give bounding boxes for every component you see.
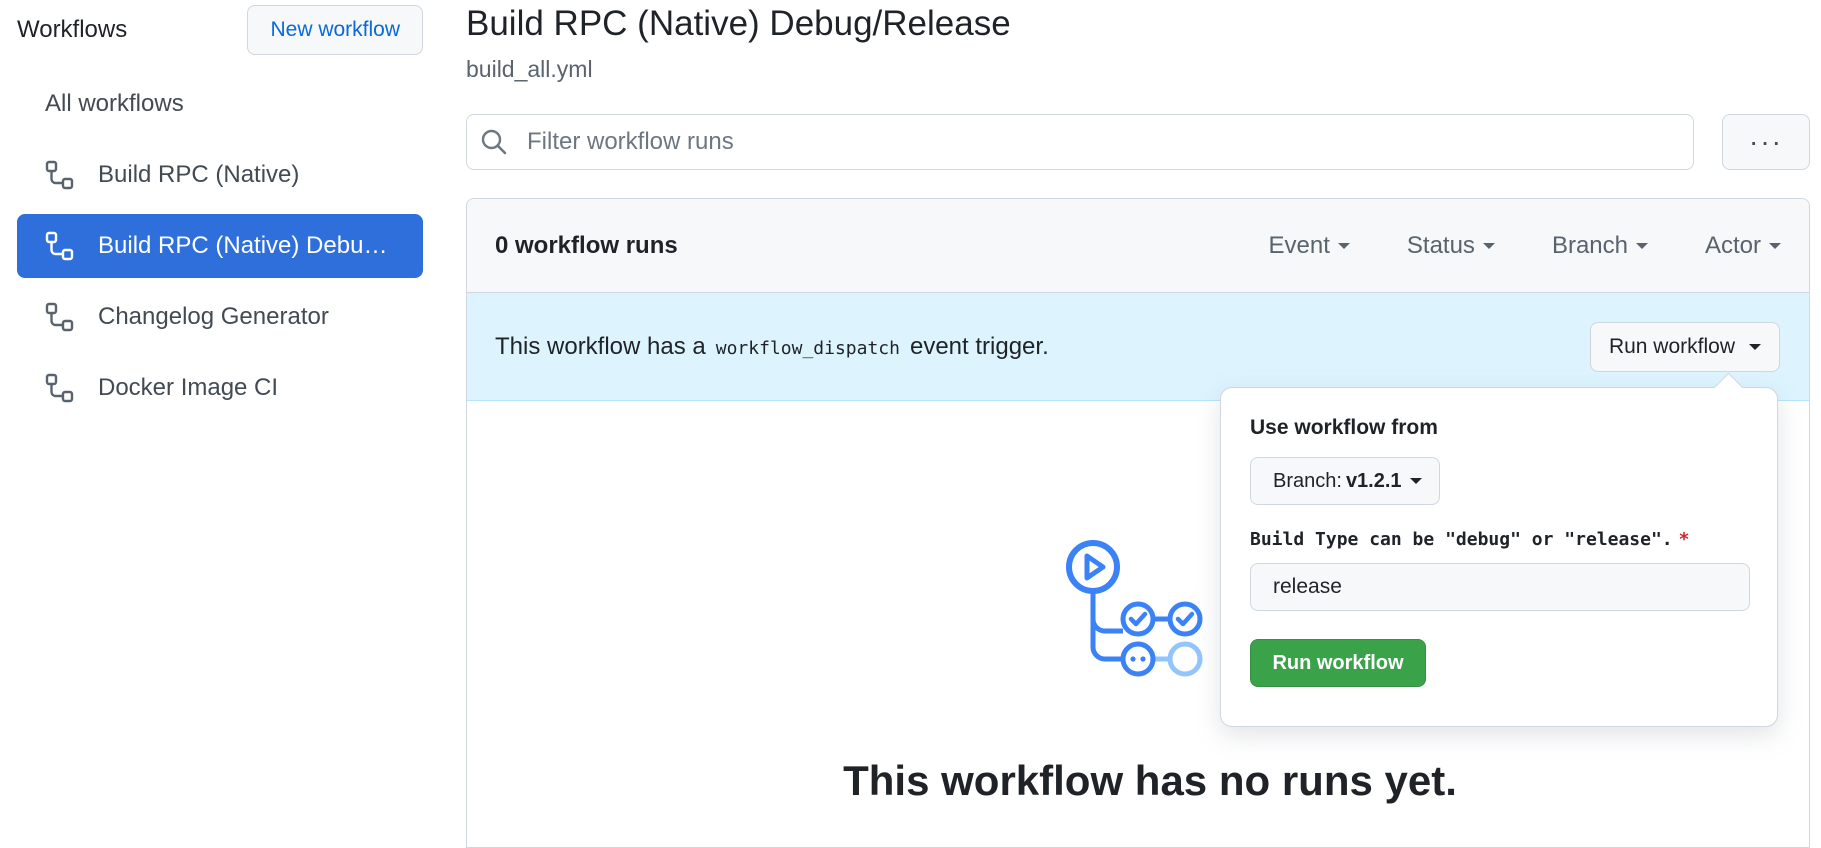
actor-filter-dropdown[interactable]: Actor: [1705, 232, 1781, 260]
filter-label: Branch: [1551, 231, 1628, 259]
workflow-nav: All workflows Build RPC (Native) Build R…: [17, 72, 423, 427]
runs-count: 0 workflow runs: [495, 231, 678, 259]
event-filter-dropdown[interactable]: Event: [1269, 232, 1350, 260]
branch-value: v1.2.1: [1345, 469, 1402, 492]
caret-down-icon: [1749, 343, 1761, 350]
workflow-icon: [44, 159, 76, 191]
runs-header: 0 workflow runs Event Status Branch Acto…: [467, 199, 1809, 293]
workflow-filename-link[interactable]: build_all.yml: [466, 56, 593, 83]
filter-label: Event: [1268, 231, 1330, 259]
sidebar-item-changelog-generator[interactable]: Changelog Generator: [17, 285, 423, 349]
branch-select-button[interactable]: Branch: v1.2.1: [1250, 457, 1440, 505]
page-title: Build RPC (Native) Debug/Release: [466, 4, 1011, 43]
sidebar-item-build-rpc-native-debug-release[interactable]: Build RPC (Native) Debug/Release: [17, 214, 423, 278]
branch-filter-dropdown[interactable]: Branch: [1552, 232, 1648, 260]
use-workflow-from-label: Use workflow from: [1250, 416, 1438, 439]
workflow-icon: [44, 372, 76, 404]
run-workflow-submit-button[interactable]: Run workflow: [1250, 639, 1426, 687]
sidebar-header: Workflows New workflow: [17, 5, 423, 55]
build-type-label: Build Type can be "debug" or "release". *: [1250, 529, 1748, 550]
workflow-dispatch-banner: This workflow has a workflow_dispatch even…: [467, 293, 1809, 401]
sidebar-item-label: Docker Image CI: [98, 374, 279, 401]
run-workflow-popover: Use workflow from Branch: v1.2.1 Build T…: [1220, 387, 1778, 727]
dispatch-text-after: event trigger.: [909, 332, 1049, 360]
more-options-button[interactable]: ···: [1722, 114, 1810, 170]
sidebar-item-label: Build RPC (Native): [98, 161, 300, 188]
filter-label: Status: [1406, 231, 1475, 259]
caret-down-icon: [1482, 242, 1495, 249]
empty-state-title: This workflow has no runs yet.: [843, 757, 1457, 804]
sidebar-title: Workflows: [17, 16, 128, 43]
dispatch-text-before: This workflow has a: [495, 332, 706, 360]
required-indicator: *: [1678, 529, 1690, 550]
workflow-icon: [44, 230, 76, 262]
workflow-icon: [44, 301, 76, 333]
search-icon: [479, 127, 509, 157]
kebab-horizontal-icon: ···: [1749, 126, 1783, 157]
new-workflow-button[interactable]: New workflow: [247, 5, 423, 55]
caret-down-icon: [1337, 242, 1350, 249]
runs-filters: Event Status Branch Actor: [1269, 232, 1781, 260]
run-workflow-dropdown-label: Run workflow: [1608, 334, 1735, 358]
filter-label: Actor: [1704, 231, 1761, 259]
dispatch-message: This workflow has a workflow_dispatch even…: [495, 333, 1049, 361]
caret-down-icon: [1769, 242, 1781, 249]
sidebar-item-label: Changelog Generator: [98, 303, 329, 330]
actions-workflow-illustration-icon: [1065, 537, 1215, 687]
build-type-input[interactable]: [1250, 563, 1750, 611]
dispatch-code: workflow_dispatch: [715, 337, 900, 359]
sidebar-item-label: All workflows: [45, 90, 184, 117]
sidebar-item-label: Build RPC (Native) Debug/Release: [98, 232, 393, 259]
caret-down-icon: [1409, 478, 1422, 484]
sidebar-item-build-rpc-native[interactable]: Build RPC (Native): [17, 143, 423, 207]
filter-runs-input[interactable]: [525, 127, 1625, 157]
filter-runs-search: [466, 114, 1694, 170]
branch-prefix: Branch:: [1273, 469, 1342, 492]
caret-down-icon: [1635, 242, 1648, 249]
build-type-label-text: Build Type can be "debug" or "release".: [1250, 529, 1673, 550]
status-filter-dropdown[interactable]: Status: [1407, 232, 1495, 260]
sidebar-item-all-workflows[interactable]: All workflows: [17, 72, 423, 136]
sidebar-item-docker-image-ci[interactable]: Docker Image CI: [17, 356, 423, 420]
run-workflow-dropdown-button[interactable]: Run workflow: [1589, 321, 1780, 372]
